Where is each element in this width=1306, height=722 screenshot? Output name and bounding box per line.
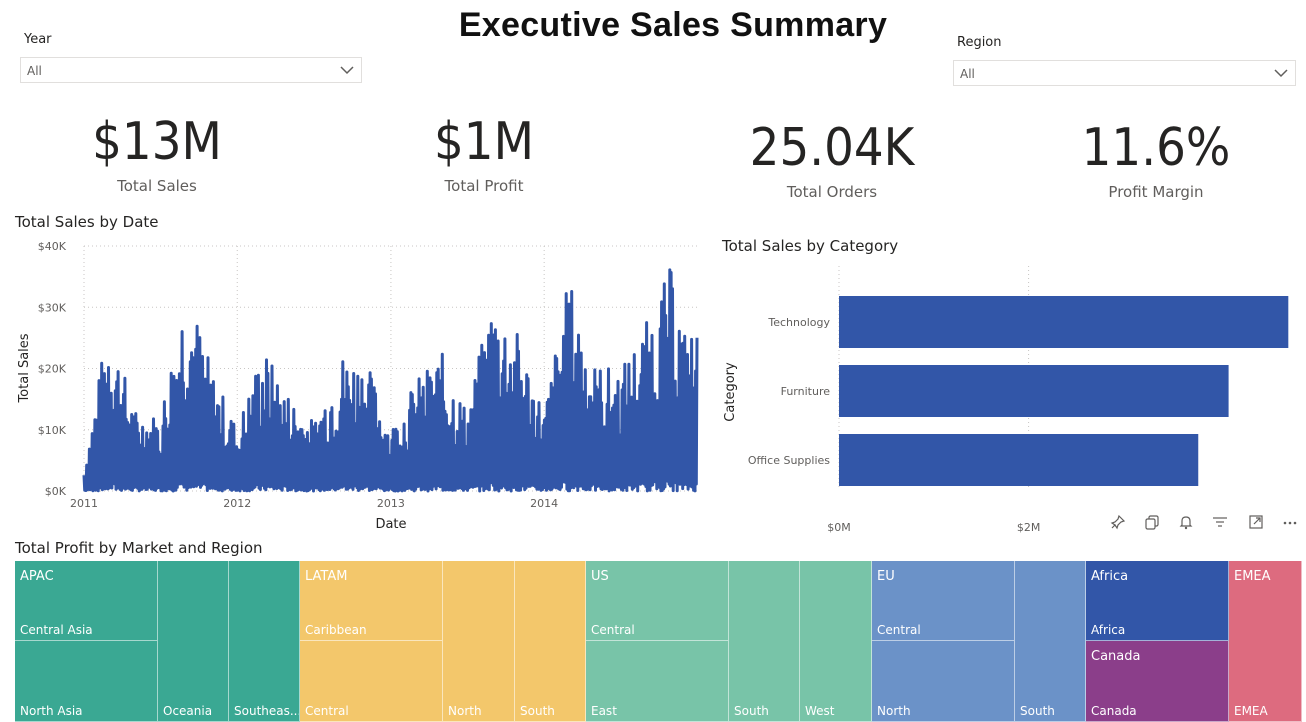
filter-icon[interactable] <box>1212 514 1228 534</box>
treemap-market-label: Canada <box>1091 649 1141 664</box>
treemap-cell[interactable]: South <box>1015 561 1086 722</box>
treemap-market-label: LATAM <box>305 569 348 584</box>
treemap-cell[interactable]: Southeas... <box>229 561 300 722</box>
treemap-cell[interactable]: Oceania <box>158 561 229 722</box>
pin-icon[interactable] <box>1110 514 1126 534</box>
bar-chart-y-axis-title: Category <box>723 362 738 422</box>
treemap-region-label: Central <box>877 623 921 637</box>
treemap-market-label: APAC <box>20 569 54 584</box>
page-title: Executive Sales Summary <box>458 6 888 44</box>
treemap-title: Total Profit by Market and Region <box>15 539 263 557</box>
copy-icon[interactable] <box>1144 514 1160 534</box>
line-chart-x-tick: 2012 <box>223 497 251 510</box>
treemap-region-label: Central <box>305 704 349 718</box>
treemap-cell[interactable]: Central <box>300 641 443 722</box>
line-chart-x-axis-title: Date <box>375 517 406 532</box>
line-chart-y-axis-title: Total Sales <box>17 333 32 403</box>
treemap-region-label: Southeas... <box>234 704 300 718</box>
treemap-cell[interactable]: EMEA EMEA <box>1229 561 1302 722</box>
bar-office-supplies[interactable] <box>839 434 1199 486</box>
treemap-cell[interactable]: North <box>872 641 1015 722</box>
line-chart-x-tick: 2014 <box>530 497 558 510</box>
treemap-cell[interactable]: South <box>515 561 586 722</box>
treemap-cell[interactable]: LATAM Caribbean <box>300 561 443 641</box>
treemap-cell[interactable]: West <box>800 561 872 722</box>
treemap-profit-market-region[interactable]: APAC Central Asia North Asia Oceania Southea… <box>15 561 1302 722</box>
year-slicer-value: All <box>27 64 42 78</box>
bar-chart[interactable]: Technology Furniture Office Supplies $0M $2… <box>715 256 1306 540</box>
bar-chart-category-label: Furniture <box>781 385 831 398</box>
chevron-down-icon <box>340 66 354 75</box>
treemap-region-label: Oceania <box>163 704 213 718</box>
bar-chart-category-label: Technology <box>767 316 830 329</box>
year-slicer-dropdown[interactable]: All <box>20 57 362 83</box>
kpi-total-sales-value: $13M <box>92 112 222 172</box>
focus-mode-icon[interactable] <box>1248 514 1264 534</box>
treemap-cell[interactable]: North <box>443 561 515 722</box>
kpi-total-orders-value: 25.04K <box>749 118 915 178</box>
line-chart-y-tick: $40K <box>38 240 67 253</box>
treemap-region-label: West <box>805 704 835 718</box>
treemap-region-label: Central Asia <box>20 623 93 637</box>
bar-furniture[interactable] <box>839 365 1229 417</box>
treemap-market-label: US <box>591 569 609 584</box>
visual-header-toolbar <box>1108 514 1306 534</box>
treemap-cell[interactable]: APAC Central Asia <box>15 561 158 641</box>
kpi-total-profit-label: Total Profit <box>444 177 524 195</box>
bar-technology[interactable] <box>839 296 1289 348</box>
year-slicer-label: Year <box>24 32 52 47</box>
line-chart-x-tick: 2011 <box>70 497 98 510</box>
bar-chart-title: Total Sales by Category <box>722 237 899 255</box>
treemap-region-label: North <box>448 704 482 718</box>
bar-chart-category-label: Office Supplies <box>748 454 830 467</box>
treemap-region-label: North <box>877 704 911 718</box>
treemap-cell[interactable]: East <box>586 641 729 722</box>
line-chart[interactable]: $0K $10K $20K $30K $40K 2011 2012 2013 2014 Dat… <box>0 232 715 537</box>
kpi-profit-margin-value: 11.6% <box>1081 118 1231 178</box>
treemap-cell[interactable]: North Asia <box>15 641 158 722</box>
treemap-region-label: South <box>734 704 769 718</box>
treemap-region-label: EMEA <box>1234 704 1268 718</box>
treemap-cell[interactable]: US Central <box>586 561 729 641</box>
treemap-market-label: EU <box>877 569 895 584</box>
bell-icon[interactable] <box>1178 514 1194 534</box>
treemap-cell[interactable]: Africa Africa <box>1086 561 1229 641</box>
kpi-total-profit-value: $1M <box>434 112 534 172</box>
treemap-cell[interactable]: EU Central <box>872 561 1015 641</box>
treemap-cell[interactable]: Canada Canada <box>1086 641 1229 722</box>
line-chart-y-tick: $10K <box>38 424 67 437</box>
treemap-region-label: Africa <box>1091 623 1126 637</box>
treemap-region-label: North Asia <box>20 704 83 718</box>
chevron-down-icon <box>1274 69 1288 78</box>
line-chart-y-tick: $30K <box>38 301 67 314</box>
region-slicer-value: All <box>960 67 975 81</box>
kpi-total-sales-label: Total Sales <box>117 177 197 195</box>
kpi-profit-margin-label: Profit Margin <box>1108 183 1204 201</box>
line-chart-y-tick: $20K <box>38 363 67 376</box>
treemap-market-label: EMEA <box>1234 569 1271 584</box>
line-series-total-sales[interactable] <box>82 268 699 493</box>
treemap-region-label: East <box>591 704 617 718</box>
bar-chart-x-tick: $2M <box>1017 521 1041 534</box>
treemap-cell[interactable]: South <box>729 561 800 722</box>
bar-chart-x-tick: $0M <box>827 521 851 534</box>
treemap-region-label: South <box>1020 704 1055 718</box>
treemap-region-label: South <box>520 704 555 718</box>
more-options-icon[interactable] <box>1282 514 1298 534</box>
line-chart-y-tick: $0K <box>45 485 67 498</box>
region-slicer-dropdown[interactable]: All <box>953 60 1296 86</box>
line-chart-x-tick: 2013 <box>377 497 405 510</box>
treemap-market-label: Africa <box>1091 569 1129 584</box>
treemap-region-label: Caribbean <box>305 623 367 637</box>
kpi-total-orders-label: Total Orders <box>786 183 878 201</box>
region-slicer-label: Region <box>957 35 1002 50</box>
treemap-region-label: Central <box>591 623 635 637</box>
treemap-region-label: Canada <box>1091 704 1137 718</box>
line-chart-title: Total Sales by Date <box>15 213 159 231</box>
